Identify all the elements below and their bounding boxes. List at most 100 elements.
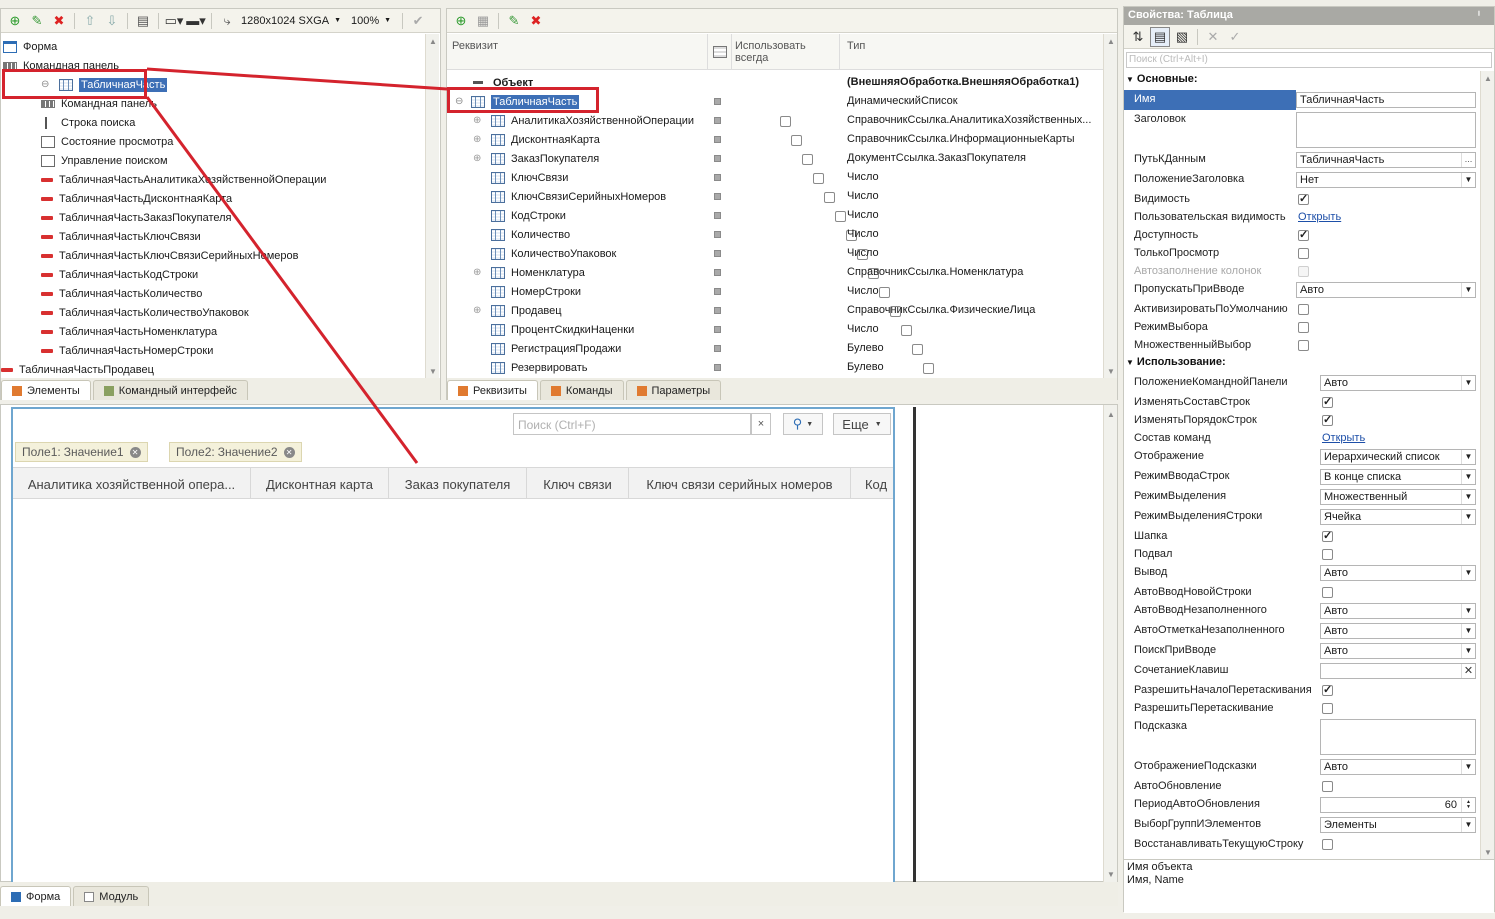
property-checkbox[interactable] — [1322, 780, 1333, 792]
chevron-down-icon[interactable]: ▼ — [334, 17, 341, 24]
attribute-row[interactable]: Количество — [473, 225, 570, 244]
expand-icon[interactable]: ⊕ — [473, 134, 485, 145]
section-header[interactable]: ▼ Основные: — [1126, 73, 1198, 85]
filter-icon[interactable]: ▧ — [1172, 27, 1192, 47]
property-value[interactable]: Авто ▼ — [1320, 623, 1476, 639]
property-value[interactable]: ✕ — [1320, 663, 1476, 679]
sort-icon[interactable]: ⇅ — [1128, 27, 1148, 47]
resolution-select[interactable]: 1280x1024 SXGA — [241, 15, 329, 27]
property-checkbox[interactable] — [1298, 321, 1309, 333]
scroll-down-icon[interactable]: ▼ — [1104, 364, 1118, 378]
add-table-icon[interactable]: ▦ — [473, 11, 493, 31]
filter-chip-2[interactable]: Поле2: Значение2 ✕ — [169, 442, 302, 462]
chevron-down-icon[interactable]: ▼ — [1461, 470, 1475, 484]
scroll-up-icon[interactable]: ▲ — [1104, 34, 1118, 48]
attribute-row[interactable]: КлючСвязи — [473, 168, 568, 187]
column-header[interactable]: Ключ связи серийных номеров — [629, 468, 851, 498]
tree-item[interactable]: ТабличнаяЧастьПродавец — [1, 360, 154, 379]
property-value[interactable]: Нет ▼ — [1296, 172, 1476, 188]
categorized-icon[interactable]: ▤ — [1150, 26, 1170, 47]
spin-icon[interactable]: ▲ ▼ — [1461, 798, 1475, 812]
use-always-checkbox[interactable] — [879, 286, 890, 298]
tab-elements[interactable]: Элементы — [1, 380, 91, 400]
use-always-checkbox[interactable] — [901, 324, 912, 336]
zoom-select[interactable]: 100% — [351, 15, 379, 27]
property-value[interactable]: Авто ▼ — [1320, 643, 1476, 659]
chevron-down-icon[interactable]: ▼ — [1461, 450, 1475, 464]
tree-item[interactable]: ТабличнаяЧастьАналитикаХозяйственнойОпер… — [41, 170, 326, 189]
property-checkbox[interactable] — [1298, 228, 1309, 241]
layout-icon[interactable]: ▬▾ — [186, 11, 206, 31]
property-checkbox[interactable] — [1322, 838, 1333, 850]
chevron-down-icon[interactable]: ▼ — [1461, 566, 1475, 580]
property-value[interactable]: Авто ▼ — [1320, 759, 1476, 775]
column-header[interactable]: Ключ связи — [527, 468, 629, 498]
tab-attributes[interactable]: Реквизиты — [447, 380, 538, 400]
scroll-up-icon[interactable]: ▲ — [1481, 71, 1495, 85]
move-up-icon[interactable]: ⇧ — [80, 11, 100, 31]
property-value[interactable]: Множественный ▼ — [1320, 489, 1476, 505]
chevron-down-icon[interactable]: ▼ — [1461, 818, 1475, 832]
column-header[interactable]: Дисконтная карта — [251, 468, 389, 498]
tree-root-form[interactable]: Форма — [3, 37, 57, 56]
filter-chip-1[interactable]: Поле1: Значение1 ✕ — [15, 442, 148, 462]
chevron-down-icon[interactable]: ▼ — [1461, 604, 1475, 618]
tab-commands[interactable]: Команды — [539, 380, 624, 400]
use-always-checkbox[interactable] — [912, 343, 923, 355]
attribute-row[interactable]: ⊕ ДисконтнаяКарта — [473, 130, 600, 149]
property-value[interactable]: Ячейка ▼ — [1320, 509, 1476, 525]
tab-command-interface[interactable]: Командный интерфейс — [92, 380, 248, 400]
property-value[interactable]: Авто ▼ — [1296, 282, 1476, 298]
use-always-checkbox[interactable] — [802, 153, 813, 165]
attribute-row[interactable]: КоличествоУпаковок — [473, 244, 616, 263]
preview-scrollbar[interactable]: ▲ ▼ — [1103, 405, 1117, 883]
tree-item[interactable]: ТабличнаяЧастьКлючСвязи — [41, 227, 201, 246]
monitor-icon[interactable]: ▭▾ — [164, 11, 184, 31]
search-button[interactable]: ⚲ ▼ — [783, 413, 823, 435]
form-tree-scrollbar[interactable]: ▲ ▼ — [425, 34, 439, 378]
collapse-icon[interactable]: ▼ — [1126, 75, 1134, 84]
attribute-row[interactable]: КодСтроки — [473, 206, 566, 225]
apply-icon[interactable]: ✓ — [1225, 27, 1245, 47]
property-value-area[interactable] — [1296, 112, 1476, 148]
chevron-down-icon[interactable]: ▼ — [1461, 510, 1475, 524]
column-header[interactable]: Аналитика хозяйственной опера... — [13, 468, 251, 498]
edit-icon[interactable]: ✎ — [27, 11, 47, 31]
property-checkbox[interactable] — [1322, 586, 1333, 598]
property-checkbox[interactable] — [1322, 529, 1333, 542]
tab-form[interactable]: Форма — [0, 886, 72, 906]
clear-icon[interactable]: ✕ — [1203, 27, 1223, 47]
property-checkbox[interactable] — [1298, 192, 1309, 205]
tree-item[interactable]: Строка поиска — [41, 113, 135, 132]
chevron-down-icon[interactable]: ▼ — [1461, 644, 1475, 658]
chevron-down-icon[interactable]: ▼ — [1461, 624, 1475, 638]
property-value[interactable]: Иерархический список ▼ — [1320, 449, 1476, 465]
use-always-checkbox[interactable] — [813, 172, 824, 184]
collapse-icon[interactable]: ▼ — [1126, 358, 1134, 367]
more-button[interactable]: Еще ▼ — [833, 413, 891, 435]
expand-icon[interactable]: ⊕ — [473, 153, 485, 164]
tree-item[interactable]: ТабличнаяЧастьКоличество — [41, 284, 202, 303]
column-header[interactable]: Заказ покупателя — [389, 468, 527, 498]
chevron-down-icon[interactable]: ▼ — [1461, 173, 1475, 187]
use-always-checkbox[interactable] — [923, 362, 934, 374]
property-checkbox[interactable] — [1322, 548, 1333, 560]
property-value-area[interactable] — [1320, 719, 1476, 755]
delete-icon[interactable]: ✖ — [526, 11, 546, 31]
rotate-icon[interactable]: ⤷ — [217, 11, 237, 31]
edit-icon[interactable]: ✎ — [504, 11, 524, 31]
close-icon[interactable]: ✕ — [129, 446, 141, 458]
expand-icon[interactable]: ⊕ — [473, 267, 485, 278]
check-icon[interactable]: ✔ — [408, 11, 428, 31]
property-value[interactable]: ТабличнаяЧасть… — [1296, 152, 1476, 168]
more-icon[interactable]: … — [1461, 153, 1475, 167]
use-always-checkbox[interactable] — [791, 134, 802, 146]
scroll-down-icon[interactable]: ▼ — [1481, 845, 1495, 859]
move-down-icon[interactable]: ⇩ — [102, 11, 122, 31]
tree-item[interactable]: ТабличнаяЧастьНоменклатура — [41, 322, 217, 341]
attribute-row[interactable]: ⊕ ЗаказПокупателя — [473, 149, 599, 168]
scroll-up-icon[interactable]: ▲ — [1104, 407, 1118, 421]
column-header[interactable]: Код — [851, 468, 893, 498]
property-link[interactable]: Открыть — [1298, 211, 1341, 223]
attribute-row[interactable]: ПроцентСкидкиНаценки — [473, 320, 634, 339]
